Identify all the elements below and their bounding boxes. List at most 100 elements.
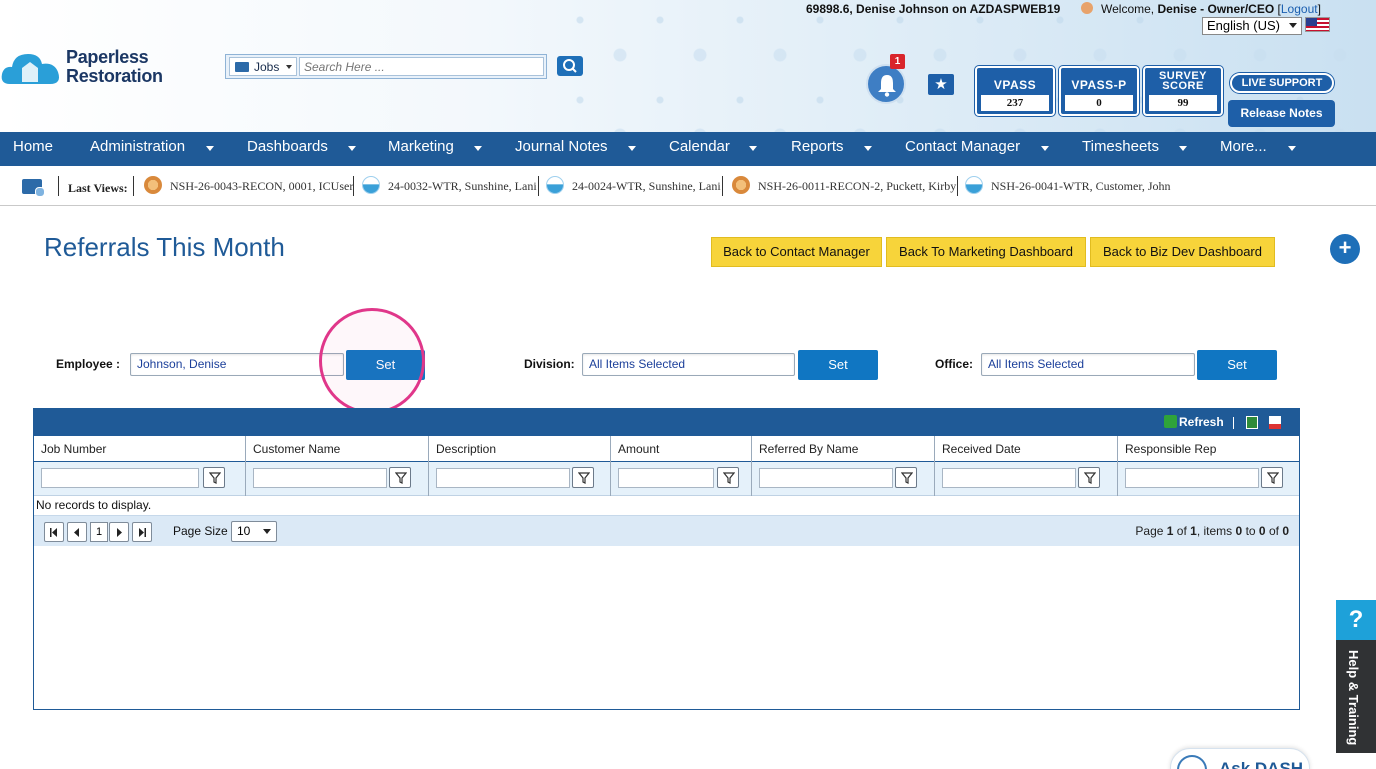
help-training-label: Help & Training	[1346, 650, 1361, 746]
filter-input-referred-by-name[interactable]	[759, 468, 893, 488]
us-flag-icon[interactable]	[1305, 17, 1330, 32]
search-input[interactable]	[299, 57, 544, 76]
first-page-button[interactable]	[44, 522, 64, 542]
last-view-item[interactable]: NSH-26-0011-RECON-2, Puckett, Kirby	[732, 176, 956, 196]
chevron-down-icon	[1041, 146, 1049, 151]
filter-input-description[interactable]	[436, 468, 570, 488]
next-page-button[interactable]	[109, 522, 129, 542]
column-header-responsible-rep[interactable]: Responsible Rep	[1118, 436, 1299, 462]
employee-input[interactable]: Johnson, Denise	[130, 353, 344, 376]
nav-marketing[interactable]: Marketing	[388, 132, 482, 166]
logout-link[interactable]: Logout	[1281, 2, 1318, 16]
chevron-down-icon	[474, 146, 482, 151]
vpass-score[interactable]: VPASS 237	[975, 66, 1055, 116]
filter-cell	[611, 462, 752, 496]
nav-dashboards[interactable]: Dashboards	[247, 132, 356, 166]
release-notes-button[interactable]: Release Notes	[1228, 100, 1335, 127]
page-number-button[interactable]: 1	[90, 522, 108, 542]
last-view-item-label: 24-0024-WTR, Sunshine, Lani	[572, 179, 721, 193]
folder-icon	[235, 62, 249, 72]
column-header-job-number[interactable]: Job Number	[34, 436, 246, 462]
search-type-dropdown[interactable]: Jobs	[229, 57, 297, 76]
filter-button[interactable]	[203, 467, 225, 488]
favorites-star-icon[interactable]: ★	[928, 74, 954, 95]
prev-page-button[interactable]	[67, 522, 87, 542]
filter-funnel-icon	[209, 472, 221, 484]
survey-score[interactable]: SURVEY SCORE 99	[1143, 66, 1223, 116]
nav-timesheets[interactable]: Timesheets	[1082, 132, 1187, 166]
grid-toolbar: Refresh	[34, 409, 1299, 436]
filter-button[interactable]	[1261, 467, 1283, 488]
app-window: Paperless Restoration Jobs 69898.6, Deni…	[0, 0, 1376, 769]
logo-line2: Restoration	[66, 66, 163, 86]
filter-button[interactable]	[1078, 467, 1100, 488]
office-set-button[interactable]: Set	[1197, 350, 1277, 380]
logo[interactable]: Paperless Restoration	[0, 46, 170, 90]
search-icon	[563, 59, 577, 73]
global-search: Jobs	[225, 54, 547, 79]
water-icon	[965, 176, 983, 194]
back-to-contact-manager-button[interactable]: Back to Contact Manager	[711, 237, 882, 267]
page-size-select[interactable]: 10	[231, 521, 277, 542]
pager-page-word: Page	[1135, 524, 1164, 538]
user-icon	[1081, 2, 1093, 14]
last-view-item-label: 24-0032-WTR, Sunshine, Lani	[388, 179, 537, 193]
page-size-label: Page Size	[173, 524, 228, 538]
help-question-icon[interactable]: ?	[1336, 600, 1376, 640]
notifications-button[interactable]	[866, 64, 906, 104]
nav-more[interactable]: More...	[1220, 132, 1296, 166]
export-excel-icon[interactable]	[1246, 416, 1258, 429]
office-input[interactable]: All Items Selected	[981, 353, 1195, 376]
last-view-item[interactable]: 24-0024-WTR, Sunshine, Lani	[546, 176, 721, 196]
vpass-p-score[interactable]: VPASS-P 0	[1059, 66, 1139, 116]
add-plus-icon[interactable]: +	[1330, 234, 1360, 264]
last-page-button[interactable]	[132, 522, 152, 542]
live-support-button[interactable]: LIVE SUPPORT	[1230, 73, 1334, 93]
back-to-marketing-dashboard-button[interactable]: Back To Marketing Dashboard	[886, 237, 1086, 267]
division-input[interactable]: All Items Selected	[582, 353, 795, 376]
division-set-button[interactable]: Set	[798, 350, 878, 380]
filter-input-customer-name[interactable]	[253, 468, 387, 488]
filter-input-job-number[interactable]	[41, 468, 199, 488]
last-view-item[interactable]: NSH-26-0043-RECON, 0001, ICUser	[144, 176, 353, 196]
filter-button[interactable]	[895, 467, 917, 488]
filter-button[interactable]	[717, 467, 739, 488]
column-header-customer-name[interactable]: Customer Name	[246, 436, 429, 462]
filter-input-responsible-rep[interactable]	[1125, 468, 1259, 488]
filter-button[interactable]	[389, 467, 411, 488]
filter-button[interactable]	[572, 467, 594, 488]
nav-journal-notes[interactable]: Journal Notes	[515, 132, 636, 166]
nav-reports[interactable]: Reports	[791, 132, 872, 166]
nav-contact-manager[interactable]: Contact Manager	[905, 132, 1049, 166]
chevron-down-icon	[206, 146, 214, 151]
back-to-biz-dev-dashboard-button[interactable]: Back to Biz Dev Dashboard	[1090, 237, 1275, 267]
column-header-description[interactable]: Description	[429, 436, 611, 462]
nav-administration[interactable]: Administration	[90, 132, 214, 166]
column-header-received-date[interactable]: Received Date	[935, 436, 1118, 462]
refresh-icon	[1164, 415, 1177, 428]
filter-input-received-date[interactable]	[942, 468, 1076, 488]
export-pdf-icon[interactable]	[1269, 416, 1281, 429]
folder-add-icon[interactable]	[22, 179, 45, 197]
refresh-button[interactable]: Refresh	[1164, 415, 1224, 429]
notification-badge: 1	[890, 54, 905, 69]
chevron-down-icon	[263, 529, 271, 534]
language-select[interactable]: English (US)	[1202, 17, 1302, 35]
chevron-down-icon	[864, 146, 872, 151]
help-training-tab[interactable]: Help & Training	[1336, 640, 1376, 753]
filter-cell	[935, 462, 1118, 496]
column-header-amount[interactable]: Amount	[611, 436, 752, 462]
filter-funnel-icon	[395, 472, 407, 484]
ask-dash-button[interactable]: Ask DASH	[1170, 748, 1310, 769]
filter-input-amount[interactable]	[618, 468, 714, 488]
divider	[58, 176, 59, 196]
nav-calendar[interactable]: Calendar	[669, 132, 757, 166]
nav-home[interactable]: Home	[13, 132, 53, 166]
employee-set-button[interactable]: Set	[346, 350, 425, 380]
column-header-referred-by-name[interactable]: Referred By Name	[752, 436, 935, 462]
last-view-item[interactable]: NSH-26-0041-WTR, Customer, John	[965, 176, 1171, 196]
pager-to: 0	[1258, 524, 1266, 538]
last-view-item[interactable]: 24-0032-WTR, Sunshine, Lani	[362, 176, 537, 196]
bell-icon	[878, 75, 896, 97]
search-button[interactable]	[557, 56, 583, 76]
